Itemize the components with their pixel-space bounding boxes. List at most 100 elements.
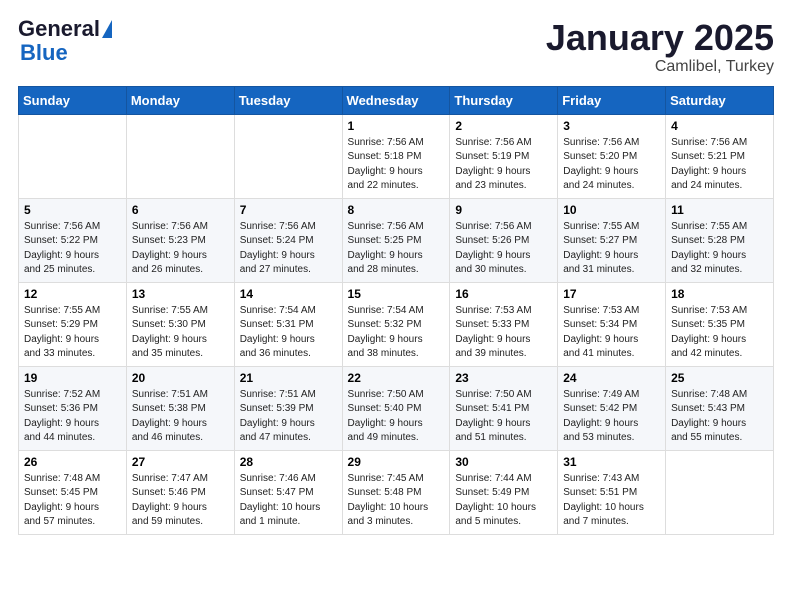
day-info: Sunrise: 7:56 AM Sunset: 5:26 PM Dayligh… — [455, 220, 552, 278]
calendar-cell: 23Sunrise: 7:50 AM Sunset: 5:41 PM Dayli… — [450, 366, 558, 450]
logo-triangle-icon — [102, 20, 112, 38]
day-number: 31 — [563, 455, 660, 469]
day-number: 2 — [455, 119, 552, 133]
day-info: Sunrise: 7:47 AM Sunset: 5:46 PM Dayligh… — [132, 472, 229, 530]
calendar-cell: 30Sunrise: 7:44 AM Sunset: 5:49 PM Dayli… — [450, 450, 558, 534]
calendar-cell: 20 Sunrise: 7:51 AM Sunset: 5:38 PM Dayli… — [126, 366, 234, 450]
day-number: 13 — [132, 287, 229, 301]
day-number: 22 — [348, 371, 445, 385]
day-info: Sunrise: 7:52 AM Sunset: 5:36 PM Dayligh… — [24, 388, 121, 446]
day-info: Sunrise: 7:48 AM Sunset: 5:45 PM Dayligh… — [24, 472, 121, 530]
day-info: Sunrise: 7:55 AM Sunset: 5:29 PM Dayligh… — [24, 304, 121, 362]
day-number: 3 — [563, 119, 660, 133]
logo-general-text: General — [18, 18, 100, 40]
day-info: Sunrise: 7:51 AM Sunset: 5:39 PM Dayligh… — [240, 388, 337, 446]
day-number: 6 — [132, 203, 229, 217]
day-number: 23 — [455, 371, 552, 385]
calendar-cell: 2 Sunrise: 7:56 AM Sunset: 5:19 PM Daylig… — [450, 114, 558, 198]
col-sunday: Sunday — [19, 86, 127, 114]
title-block: January 2025 Camlibel, Turkey — [546, 18, 774, 76]
day-number: 24 — [563, 371, 660, 385]
day-info: Sunrise: 7:56 AM Sunset: 5:24 PM Dayligh… — [240, 220, 337, 278]
col-thursday: Thursday — [450, 86, 558, 114]
day-number: 14 — [240, 287, 337, 301]
calendar-cell: 14 Sunrise: 7:54 AM Sunset: 5:31 PM Dayli… — [234, 282, 342, 366]
calendar-cell: 3Sunrise: 7:56 AM Sunset: 5:20 PM Daylig… — [558, 114, 666, 198]
day-number: 17 — [563, 287, 660, 301]
calendar-week-row: 26 Sunrise: 7:48 AM Sunset: 5:45 PM Dayli… — [19, 450, 774, 534]
day-info: Sunrise: 7:56 AM Sunset: 5:23 PM Dayligh… — [132, 220, 229, 278]
day-info: Sunrise: 7:53 AM Sunset: 5:33 PM Dayligh… — [455, 304, 552, 362]
day-info: Sunrise: 7:56 AM Sunset: 5:19 PM Dayligh… — [455, 136, 552, 194]
page: General Blue January 2025 Camlibel, Turk… — [0, 0, 792, 545]
calendar-cell: 8 Sunrise: 7:56 AM Sunset: 5:25 PM Daylig… — [342, 198, 450, 282]
day-number: 20 — [132, 371, 229, 385]
day-info: Sunrise: 7:48 AM Sunset: 5:43 PM Dayligh… — [671, 388, 768, 446]
calendar-cell: 4 Sunrise: 7:56 AM Sunset: 5:21 PM Daylig… — [666, 114, 774, 198]
calendar-cell: 31 Sunrise: 7:43 AM Sunset: 5:51 PM Dayli… — [558, 450, 666, 534]
day-number: 26 — [24, 455, 121, 469]
col-tuesday: Tuesday — [234, 86, 342, 114]
calendar-cell: 11Sunrise: 7:55 AM Sunset: 5:28 PM Dayli… — [666, 198, 774, 282]
calendar-cell — [126, 114, 234, 198]
calendar-cell: 26 Sunrise: 7:48 AM Sunset: 5:45 PM Dayli… — [19, 450, 127, 534]
calendar-title: January 2025 — [546, 18, 774, 58]
day-number: 15 — [348, 287, 445, 301]
logo-text: General — [18, 18, 112, 40]
calendar-cell: 29Sunrise: 7:45 AM Sunset: 5:48 PM Dayli… — [342, 450, 450, 534]
col-monday: Monday — [126, 86, 234, 114]
calendar-week-row: 12 Sunrise: 7:55 AM Sunset: 5:29 PM Dayli… — [19, 282, 774, 366]
col-saturday: Saturday — [666, 86, 774, 114]
calendar-cell: 22Sunrise: 7:50 AM Sunset: 5:40 PM Dayli… — [342, 366, 450, 450]
day-number: 21 — [240, 371, 337, 385]
day-info: Sunrise: 7:53 AM Sunset: 5:35 PM Dayligh… — [671, 304, 768, 362]
calendar-cell: 27Sunrise: 7:47 AM Sunset: 5:46 PM Dayli… — [126, 450, 234, 534]
day-info: Sunrise: 7:56 AM Sunset: 5:21 PM Dayligh… — [671, 136, 768, 194]
day-number: 7 — [240, 203, 337, 217]
day-info: Sunrise: 7:49 AM Sunset: 5:42 PM Dayligh… — [563, 388, 660, 446]
calendar-cell: 13 Sunrise: 7:55 AM Sunset: 5:30 PM Dayli… — [126, 282, 234, 366]
calendar-cell: 24 Sunrise: 7:49 AM Sunset: 5:42 PM Dayli… — [558, 366, 666, 450]
day-info: Sunrise: 7:55 AM Sunset: 5:27 PM Dayligh… — [563, 220, 660, 278]
calendar-cell: 9Sunrise: 7:56 AM Sunset: 5:26 PM Daylig… — [450, 198, 558, 282]
calendar-cell: 10 Sunrise: 7:55 AM Sunset: 5:27 PM Dayli… — [558, 198, 666, 282]
calendar-cell: 7 Sunrise: 7:56 AM Sunset: 5:24 PM Daylig… — [234, 198, 342, 282]
calendar-week-row: 5Sunrise: 7:56 AM Sunset: 5:22 PM Daylig… — [19, 198, 774, 282]
day-number: 28 — [240, 455, 337, 469]
calendar-cell: 6 Sunrise: 7:56 AM Sunset: 5:23 PM Daylig… — [126, 198, 234, 282]
header: General Blue January 2025 Camlibel, Turk… — [18, 18, 774, 76]
calendar-week-row: 1 Sunrise: 7:56 AM Sunset: 5:18 PM Daylig… — [19, 114, 774, 198]
calendar-cell: 18Sunrise: 7:53 AM Sunset: 5:35 PM Dayli… — [666, 282, 774, 366]
col-wednesday: Wednesday — [342, 86, 450, 114]
day-number: 30 — [455, 455, 552, 469]
calendar-cell: 17Sunrise: 7:53 AM Sunset: 5:34 PM Dayli… — [558, 282, 666, 366]
calendar-header-row: Sunday Monday Tuesday Wednesday Thursday… — [19, 86, 774, 114]
calendar-table: Sunday Monday Tuesday Wednesday Thursday… — [18, 86, 774, 535]
day-number: 12 — [24, 287, 121, 301]
day-number: 16 — [455, 287, 552, 301]
calendar-cell: 21 Sunrise: 7:51 AM Sunset: 5:39 PM Dayli… — [234, 366, 342, 450]
day-info: Sunrise: 7:54 AM Sunset: 5:31 PM Dayligh… — [240, 304, 337, 362]
day-number: 29 — [348, 455, 445, 469]
day-info: Sunrise: 7:43 AM Sunset: 5:51 PM Dayligh… — [563, 472, 660, 530]
calendar-cell — [666, 450, 774, 534]
day-info: Sunrise: 7:56 AM Sunset: 5:18 PM Dayligh… — [348, 136, 445, 194]
day-number: 4 — [671, 119, 768, 133]
logo: General Blue — [18, 18, 112, 66]
day-number: 1 — [348, 119, 445, 133]
day-info: Sunrise: 7:56 AM Sunset: 5:22 PM Dayligh… — [24, 220, 121, 278]
day-info: Sunrise: 7:56 AM Sunset: 5:25 PM Dayligh… — [348, 220, 445, 278]
calendar-cell: 5Sunrise: 7:56 AM Sunset: 5:22 PM Daylig… — [19, 198, 127, 282]
day-number: 11 — [671, 203, 768, 217]
calendar-cell — [234, 114, 342, 198]
calendar-cell: 1 Sunrise: 7:56 AM Sunset: 5:18 PM Daylig… — [342, 114, 450, 198]
day-number: 10 — [563, 203, 660, 217]
logo-blue-text: Blue — [20, 40, 68, 65]
day-number: 19 — [24, 371, 121, 385]
calendar-cell: 15Sunrise: 7:54 AM Sunset: 5:32 PM Dayli… — [342, 282, 450, 366]
day-info: Sunrise: 7:51 AM Sunset: 5:38 PM Dayligh… — [132, 388, 229, 446]
calendar-cell: 25Sunrise: 7:48 AM Sunset: 5:43 PM Dayli… — [666, 366, 774, 450]
day-info: Sunrise: 7:55 AM Sunset: 5:30 PM Dayligh… — [132, 304, 229, 362]
calendar-cell: 19 Sunrise: 7:52 AM Sunset: 5:36 PM Dayli… — [19, 366, 127, 450]
day-number: 8 — [348, 203, 445, 217]
